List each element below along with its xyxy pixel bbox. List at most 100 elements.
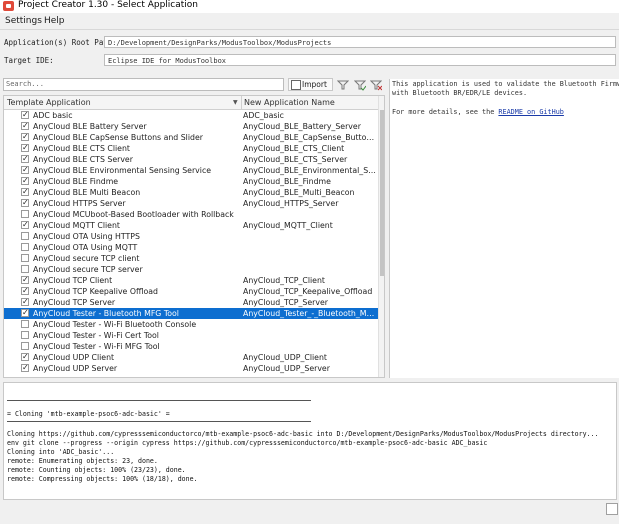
row-checkbox[interactable] bbox=[21, 219, 29, 230]
sort-arrow-icon: ▼ bbox=[233, 99, 238, 106]
filter-icon[interactable] bbox=[337, 79, 349, 92]
new-app-name[interactable]: AnyCloud_BLE_Multi_Beacon bbox=[243, 187, 376, 198]
table-row[interactable]: AnyCloud BLE Findme AnyCloud_BLE_Findme bbox=[4, 175, 378, 187]
row-checkbox[interactable] bbox=[21, 232, 29, 240]
new-app-name[interactable]: AnyCloud_UDP_Client bbox=[243, 352, 376, 363]
column-template-application[interactable]: Template Application bbox=[7, 98, 91, 107]
row-checkbox[interactable] bbox=[21, 362, 29, 373]
row-checkbox[interactable] bbox=[21, 109, 29, 120]
table-row[interactable]: AnyCloud Tester - Wi-Fi Bluetooth Consol… bbox=[4, 319, 378, 330]
table-row[interactable]: AnyCloud BLE Environmental Sensing Servi… bbox=[4, 164, 378, 176]
table-row[interactable]: AnyCloud BLE Multi Beacon AnyCloud_BLE_Mu… bbox=[4, 186, 378, 198]
column-divider[interactable] bbox=[241, 96, 242, 109]
table-row[interactable]: AnyCloud HTTPS Server AnyCloud_HTTPS_Serv… bbox=[4, 197, 378, 209]
description-text: This application is used to validate the… bbox=[392, 80, 619, 98]
new-app-name[interactable]: AnyCloud_HTTPS_Server bbox=[243, 198, 376, 209]
row-checkbox[interactable] bbox=[21, 342, 29, 350]
import-icon bbox=[291, 80, 301, 90]
new-app-name[interactable]: AnyCloud_Tester_-_Bluetooth_MF... bbox=[243, 308, 376, 319]
table-rows: ADC basicADC_basicAnyCloud BLE Battery S… bbox=[4, 109, 378, 374]
table-row[interactable]: AnyCloud OTA Using MQTT bbox=[4, 242, 378, 253]
template-name: AnyCloud BLE Environmental Sensing Servi… bbox=[33, 166, 212, 175]
table-row[interactable]: AnyCloud MQTT Client AnyCloud_MQTT_Client bbox=[4, 219, 378, 231]
table-row[interactable]: AnyCloud BLE CTS Server AnyCloud_BLE_CTS_… bbox=[4, 153, 378, 165]
bottom-button[interactable] bbox=[606, 503, 618, 515]
target-ide-select[interactable]: Eclipse IDE for ModusToolbox bbox=[104, 54, 616, 66]
table-row[interactable]: AnyCloud OTA Using HTTPS bbox=[4, 231, 378, 242]
new-app-name[interactable]: AnyCloud_TCP_Client bbox=[243, 275, 376, 286]
description-line-1: This application is used to validate the… bbox=[392, 80, 619, 88]
row-checkbox[interactable] bbox=[21, 131, 29, 142]
table-row[interactable]: AnyCloud TCP Server AnyCloud_TCP_Server bbox=[4, 296, 378, 308]
search-input[interactable]: Search... bbox=[3, 78, 284, 91]
table-row[interactable]: AnyCloud BLE CapSense Buttons and Slider… bbox=[4, 131, 378, 143]
row-checkbox[interactable] bbox=[21, 142, 29, 153]
new-app-name[interactable]: AnyCloud_BLE_CTS_Client bbox=[243, 143, 376, 154]
console-line: env git clone --progress --origin cypres… bbox=[7, 439, 488, 447]
table-row[interactable]: AnyCloud Tester - Wi-Fi Cert Tool bbox=[4, 330, 378, 341]
table-row[interactable]: AnyCloud secure TCP server bbox=[4, 264, 378, 275]
filter-checked-icon[interactable] bbox=[354, 79, 366, 92]
row-checkbox[interactable] bbox=[21, 296, 29, 307]
console-line: remote: Enumerating objects: 23, done. bbox=[7, 457, 158, 465]
table-row[interactable]: AnyCloud UDP Server AnyCloud_UDP_Server bbox=[4, 362, 378, 374]
table-header: Template Application ▼ New Application N… bbox=[4, 96, 378, 110]
table-row[interactable]: AnyCloud BLE Battery Server AnyCloud_BLE_… bbox=[4, 120, 378, 132]
table-row[interactable]: AnyCloud TCP Keepalive Offload AnyCloud_T… bbox=[4, 285, 378, 297]
row-checkbox[interactable] bbox=[21, 254, 29, 262]
template-name: AnyCloud BLE Multi Beacon bbox=[33, 188, 141, 197]
new-app-name[interactable]: AnyCloud_BLE_Battery_Server bbox=[243, 121, 376, 132]
table-row[interactable]: AnyCloud BLE CTS Client AnyCloud_BLE_CTS_… bbox=[4, 142, 378, 154]
row-checkbox[interactable] bbox=[21, 120, 29, 131]
row-checkbox[interactable] bbox=[21, 274, 29, 285]
readme-link[interactable]: README on GitHub bbox=[498, 108, 563, 116]
row-checkbox[interactable] bbox=[21, 197, 29, 208]
filter-clear-icon[interactable] bbox=[370, 79, 382, 92]
console-output: = Cloning 'mtb-example-psoc6-adc-basic' … bbox=[3, 382, 617, 500]
new-app-name[interactable]: AnyCloud_BLE_CapSense_Buttons... bbox=[243, 132, 376, 143]
more-details-prefix: For more details, see the bbox=[392, 108, 499, 116]
menu-settings[interactable]: Settings bbox=[5, 16, 42, 26]
table-row[interactable]: AnyCloud secure TCP client bbox=[4, 253, 378, 264]
row-checkbox[interactable] bbox=[21, 285, 29, 296]
menu-separator bbox=[0, 29, 619, 30]
row-checkbox[interactable] bbox=[21, 164, 29, 175]
row-checkbox[interactable] bbox=[21, 331, 29, 339]
template-name: AnyCloud MCUboot-Based Bootloader with R… bbox=[33, 210, 234, 219]
table-row[interactable]: ADC basic ADC_basic bbox=[4, 109, 378, 121]
new-app-name[interactable]: AnyCloud_TCP_Keepalive_Offload bbox=[243, 286, 376, 297]
template-name: AnyCloud UDP Server bbox=[33, 364, 118, 373]
table-row[interactable]: AnyCloud Tester - Bluetooth MFG Tool AnyC… bbox=[4, 307, 378, 319]
title-bar: Project Creator 1.30 - Select Applicatio… bbox=[0, 0, 619, 13]
table-row[interactable]: AnyCloud Tester - Wi-Fi MFG Tool bbox=[4, 341, 378, 352]
console-rule-top bbox=[7, 400, 311, 401]
column-new-application-name[interactable]: New Application Name bbox=[244, 98, 335, 107]
row-checkbox[interactable] bbox=[21, 243, 29, 251]
table-scrollbar[interactable] bbox=[378, 96, 384, 377]
row-checkbox[interactable] bbox=[21, 320, 29, 328]
row-checkbox[interactable] bbox=[21, 307, 29, 318]
template-table: Template Application ▼ New Application N… bbox=[3, 95, 385, 378]
new-app-name[interactable]: AnyCloud_UDP_Server bbox=[243, 363, 376, 374]
table-row[interactable]: AnyCloud MCUboot-Based Bootloader with R… bbox=[4, 209, 378, 220]
table-row[interactable]: AnyCloud TCP Client AnyCloud_TCP_Client bbox=[4, 274, 378, 286]
scrollbar-thumb[interactable] bbox=[380, 110, 384, 276]
table-row[interactable]: AnyCloud UDP Client AnyCloud_UDP_Client bbox=[4, 351, 378, 363]
new-app-name[interactable]: AnyCloud_BLE_Environmental_Se... bbox=[243, 165, 376, 176]
row-checkbox[interactable] bbox=[21, 265, 29, 273]
row-checkbox[interactable] bbox=[21, 175, 29, 186]
row-checkbox[interactable] bbox=[21, 153, 29, 164]
row-checkbox[interactable] bbox=[21, 186, 29, 197]
import-button[interactable]: Import bbox=[288, 78, 333, 91]
row-checkbox[interactable] bbox=[21, 351, 29, 362]
new-app-name[interactable]: AnyCloud_TCP_Server bbox=[243, 297, 376, 308]
new-app-name[interactable]: AnyCloud_BLE_Findme bbox=[243, 176, 376, 187]
root-path-input[interactable]: D:/Development/DesignParks/ModusToolbox/… bbox=[104, 36, 616, 48]
console-line: remote: Compressing objects: 100% (18/18… bbox=[7, 475, 198, 483]
template-name: AnyCloud OTA Using MQTT bbox=[33, 243, 138, 252]
new-app-name[interactable]: ADC_basic bbox=[243, 110, 376, 121]
menu-help[interactable]: Help bbox=[44, 16, 65, 26]
new-app-name[interactable]: AnyCloud_BLE_CTS_Server bbox=[243, 154, 376, 165]
new-app-name[interactable]: AnyCloud_MQTT_Client bbox=[243, 220, 376, 231]
row-checkbox[interactable] bbox=[21, 210, 29, 218]
